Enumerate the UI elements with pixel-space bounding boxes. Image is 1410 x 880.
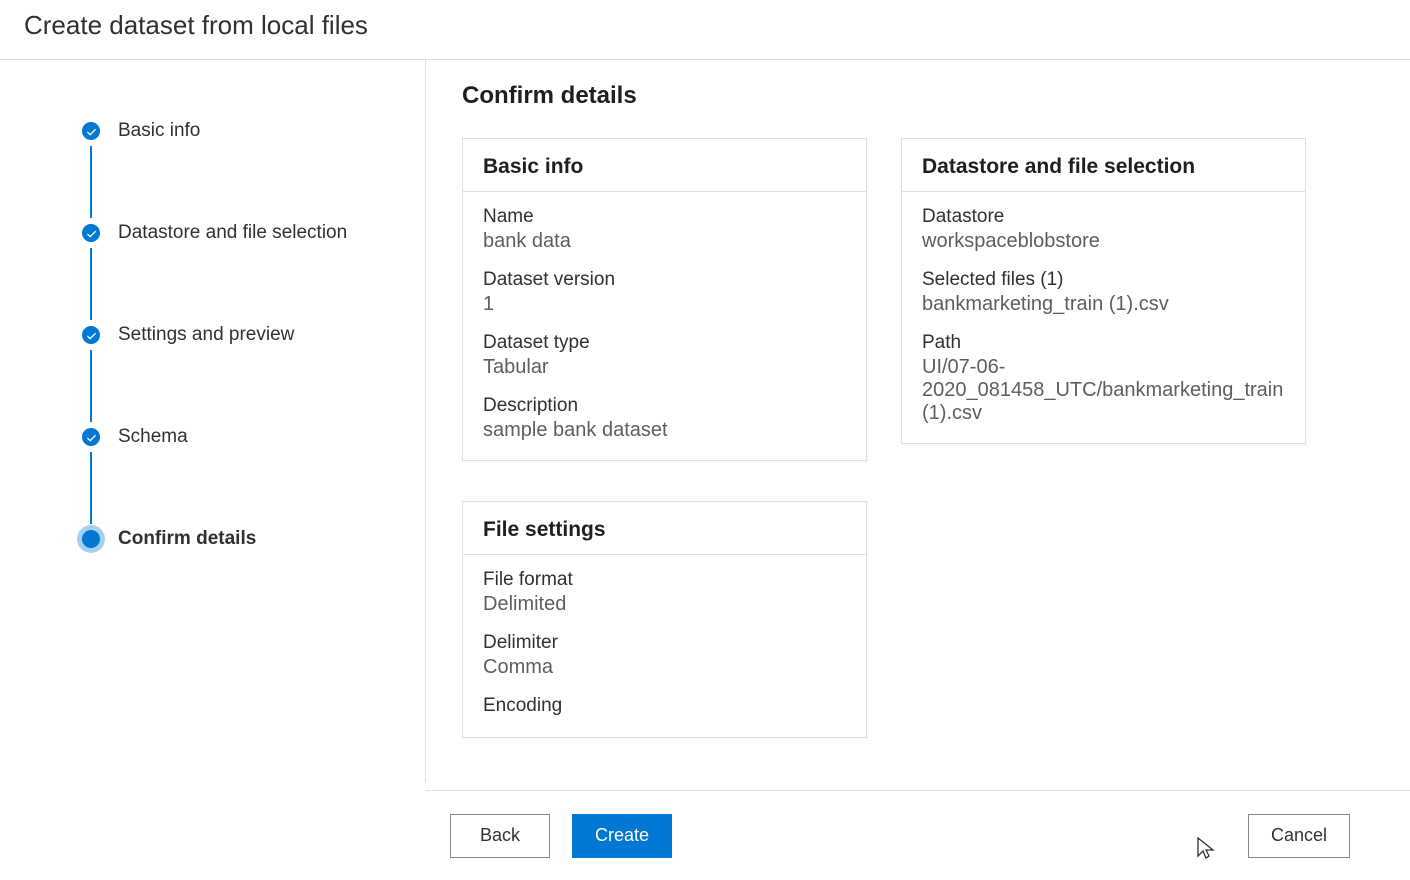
card-file-settings: File settings File format Delimited Deli…: [462, 501, 867, 738]
step-label: Basic info: [118, 120, 200, 142]
field-encoding: Encoding: [483, 695, 846, 717]
field-label: Description: [483, 395, 846, 417]
field-value: Comma: [483, 656, 846, 679]
step-connector: [90, 248, 92, 320]
current-step-icon: [82, 530, 100, 548]
field-label: Selected files (1): [922, 269, 1285, 291]
field-datastore: Datastore workspaceblobstore: [922, 206, 1285, 253]
card-header: Datastore and file selection: [902, 139, 1305, 192]
cursor-icon: [1196, 836, 1216, 862]
back-button[interactable]: Back: [450, 814, 550, 858]
footer-bar: Back Create Cancel: [426, 790, 1410, 880]
field-value: Delimited: [483, 593, 846, 616]
page-title: Create dataset from local files: [24, 10, 1386, 41]
main-content: Confirm details Basic info Name bank dat…: [426, 60, 1410, 782]
step-label: Schema: [118, 426, 188, 448]
field-label: Encoding: [483, 695, 846, 717]
field-label: Dataset version: [483, 269, 846, 291]
field-value: Tabular: [483, 356, 846, 379]
field-label: Delimiter: [483, 632, 846, 654]
cancel-button[interactable]: Cancel: [1248, 814, 1350, 858]
field-label: Dataset type: [483, 332, 846, 354]
field-label: Path: [922, 332, 1285, 354]
card-basic-info: Basic info Name bank data Dataset versio…: [462, 138, 867, 461]
card-title: File settings: [483, 518, 846, 542]
field-value: 1: [483, 293, 846, 316]
field-value: UI/07-06-2020_081458_UTC/bankmarketing_t…: [922, 356, 1285, 425]
field-file-format: File format Delimited: [483, 569, 846, 616]
checkmark-icon: [82, 224, 100, 242]
field-label: Datastore: [922, 206, 1285, 228]
body: Basic info Datastore and file selection …: [0, 60, 1410, 782]
checkmark-icon: [82, 428, 100, 446]
field-value: bankmarketing_train (1).csv: [922, 293, 1285, 316]
checkmark-icon: [82, 122, 100, 140]
card-header: File settings: [463, 502, 866, 555]
checkmark-icon: [82, 326, 100, 344]
step-connector: [90, 350, 92, 422]
create-button[interactable]: Create: [572, 814, 672, 858]
step-label: Datastore and file selection: [118, 222, 347, 244]
step-connector: [90, 452, 92, 524]
field-selected-files: Selected files (1) bankmarketing_train (…: [922, 269, 1285, 316]
wizard-steps: Basic info Datastore and file selection …: [0, 60, 426, 782]
step-label: Confirm details: [118, 528, 256, 550]
field-description: Description sample bank dataset: [483, 395, 846, 442]
field-value: bank data: [483, 230, 846, 253]
step-confirm-details[interactable]: Confirm details: [82, 528, 405, 550]
field-label: File format: [483, 569, 846, 591]
field-value: workspaceblobstore: [922, 230, 1285, 253]
field-type: Dataset type Tabular: [483, 332, 846, 379]
main-title: Confirm details: [462, 82, 1382, 110]
scroll-area[interactable]: Basic info Name bank data Dataset versio…: [462, 138, 1382, 782]
step-datastore[interactable]: Datastore and file selection: [82, 222, 405, 244]
step-connector: [90, 146, 92, 218]
card-title: Datastore and file selection: [922, 155, 1285, 179]
step-settings-preview[interactable]: Settings and preview: [82, 324, 405, 346]
page-header: Create dataset from local files: [0, 0, 1410, 60]
step-label: Settings and preview: [118, 324, 294, 346]
step-basic-info[interactable]: Basic info: [82, 120, 405, 142]
field-path: Path UI/07-06-2020_081458_UTC/bankmarket…: [922, 332, 1285, 425]
field-label: Name: [483, 206, 846, 228]
step-schema[interactable]: Schema: [82, 426, 405, 448]
field-version: Dataset version 1: [483, 269, 846, 316]
field-delimiter: Delimiter Comma: [483, 632, 846, 679]
field-value: sample bank dataset: [483, 419, 846, 442]
field-name: Name bank data: [483, 206, 846, 253]
card-header: Basic info: [463, 139, 866, 192]
card-datastore: Datastore and file selection Datastore w…: [901, 138, 1306, 444]
card-title: Basic info: [483, 155, 846, 179]
